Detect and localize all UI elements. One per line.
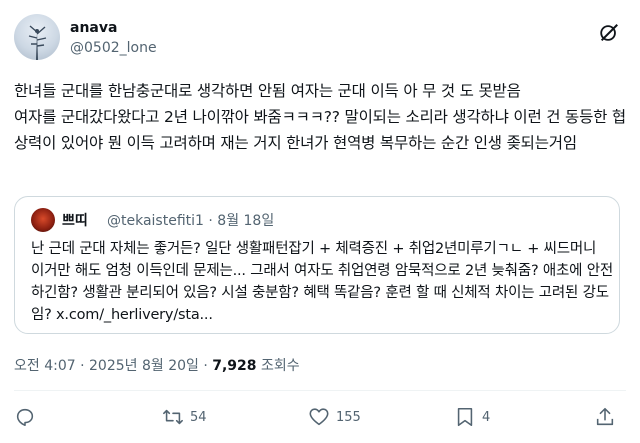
post-timestamp[interactable]: 오전 4:07 · 2025년 8월 20일 ·: [14, 358, 212, 374]
share-button[interactable]: [594, 406, 616, 428]
grok-icon[interactable]: [598, 22, 620, 44]
post-header: anava @0502_lone: [14, 14, 626, 62]
bookmark-button[interactable]: 4: [454, 406, 490, 428]
avatar[interactable]: [14, 14, 60, 60]
repost-icon: [163, 409, 183, 425]
quoted-author-handle-date: @tekaistefiti1 · 8월 18일: [107, 213, 275, 229]
view-count: 7,928: [212, 358, 257, 374]
repost-count: 54: [190, 409, 207, 425]
bookmark-count: 4: [482, 409, 491, 425]
quoted-avatar[interactable]: [31, 208, 55, 232]
repost-button[interactable]: 54: [162, 406, 207, 428]
share-icon: [596, 407, 614, 426]
reply-icon: [16, 408, 34, 427]
quoted-post[interactable]: 쁘띠 @tekaistefiti1 · 8월 18일 난 근데 군대 자체는 좋…: [14, 196, 620, 334]
divider: [14, 390, 626, 391]
author-handle[interactable]: @0502_lone: [70, 40, 157, 56]
like-count: 155: [336, 409, 361, 425]
bookmark-icon: [457, 407, 473, 427]
quoted-author-name: 쁘띠: [62, 213, 88, 229]
reply-button[interactable]: [14, 406, 36, 428]
action-bar: 54 155 4: [14, 398, 626, 438]
author-name[interactable]: anava: [70, 20, 117, 36]
heart-icon: [309, 408, 329, 426]
post-meta: 오전 4:07 · 2025년 8월 20일 · 7,928 조회수: [14, 355, 300, 375]
quoted-post-body: 난 근데 군대 자체는 좋거든? 일단 생활패턴잡기 + 체력증진 + 취업2년…: [31, 241, 613, 323]
like-button[interactable]: 155: [308, 406, 361, 428]
post-body: 한녀들 군대를 한남충군대로 생각하면 안됨 여자는 군대 이득 아 무 것 도…: [14, 82, 626, 152]
view-label: 조회수: [256, 358, 300, 374]
